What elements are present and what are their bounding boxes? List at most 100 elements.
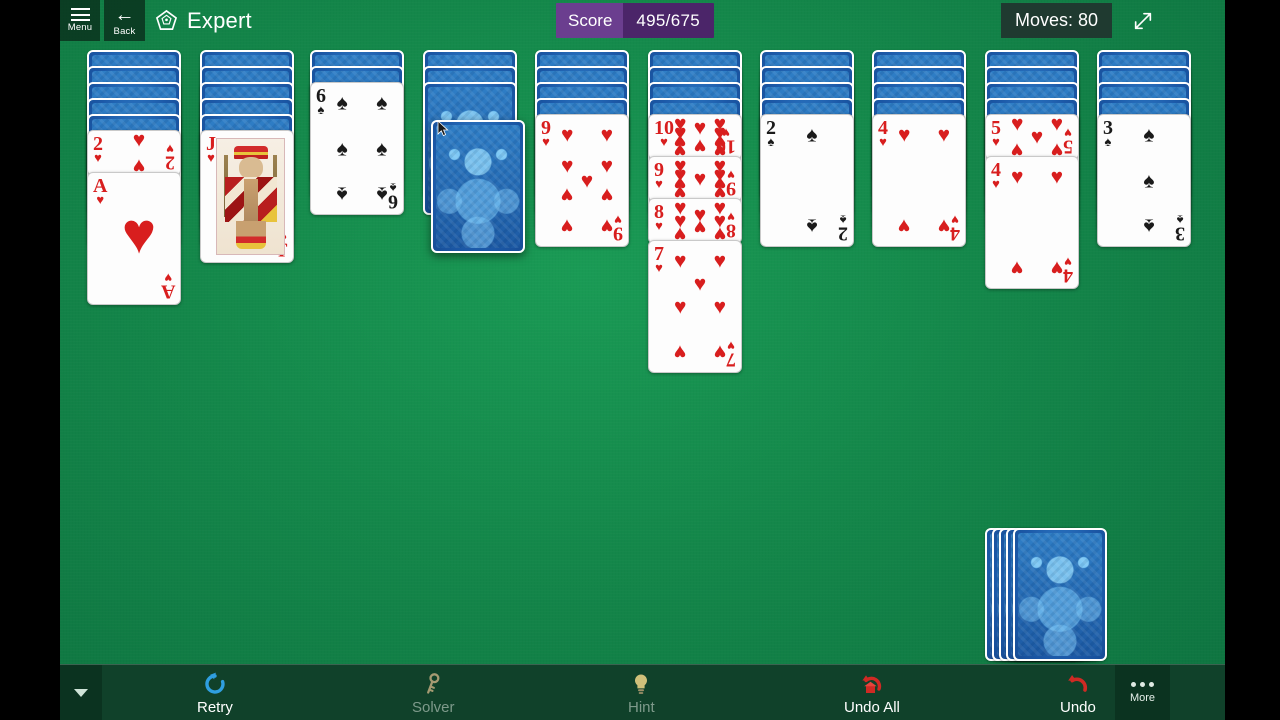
- card-pip: ♥: [1050, 165, 1064, 189]
- back-button-label: Back: [113, 25, 136, 37]
- arrow-left-icon: ←: [114, 3, 135, 26]
- retry-icon: [205, 672, 225, 694]
- card-suit-spades-icon: ♠: [1104, 134, 1112, 150]
- card-pip-layout: ♥ ♥ ♥ ♥: [891, 120, 957, 241]
- card-face-up[interactable]: 4 ♥ 4 ♥ ♥ ♥ ♥ ♥: [872, 114, 966, 247]
- card-pip: ♥: [600, 154, 614, 178]
- card-pip-layout: ♥ ♥ ♥ ♥ ♥ ♥ ♥ ♥ ♥ ♥: [667, 115, 733, 159]
- card-corner-tl: 3 ♠: [1103, 118, 1113, 150]
- score-display: Score 495/675: [556, 3, 714, 38]
- card-suit-hearts-icon: ♥: [655, 260, 663, 276]
- card-face-up[interactable]: 9 ♥ 9 ♥ ♥ ♥ ♥ ♥ ♥ ♥ ♥ ♥ ♥: [648, 156, 742, 202]
- card-corner-tl: 4 ♥: [878, 118, 888, 150]
- card-corner-tl: 8 ♥: [654, 202, 664, 234]
- card-pip-layout: ♠ ♠: [779, 120, 845, 241]
- card-corner-tl: 7 ♥: [654, 244, 664, 276]
- card-pip: ♠: [806, 214, 818, 238]
- page-title: Expert: [187, 7, 252, 33]
- top-bar: Menu ← Back Expert Score 495/675 Moves: …: [60, 0, 1225, 41]
- hamburger-menu-icon: [70, 8, 90, 22]
- card-pip-layout: ♠ ♠ ♠ ♠ ♠ ♠: [329, 88, 395, 209]
- undo-icon: [1068, 675, 1088, 692]
- card-face-up[interactable]: 2 ♠ 2 ♠ ♠ ♠: [760, 114, 854, 247]
- card-face-up[interactable]: 7 ♥ 7 ♥ ♥ ♥ ♥ ♥ ♥ ♥ ♥: [648, 240, 742, 373]
- card-suit-hearts-icon: ♥: [879, 134, 887, 150]
- card-pip: ♥: [1010, 114, 1024, 136]
- card-pip: ♥: [560, 183, 574, 207]
- back-button[interactable]: ← Back: [104, 0, 145, 41]
- card-face-up[interactable]: 5 ♥ 5 ♥ ♥ ♥ ♥ ♥ ♥: [985, 114, 1079, 160]
- card-pip: ♥: [693, 272, 707, 295]
- solver-button-label: Solver: [412, 699, 455, 716]
- card-pip: ♥: [713, 249, 727, 273]
- card-pip: ♠: [1143, 214, 1155, 238]
- card-suit-hearts-icon: ♥: [992, 176, 1000, 192]
- card-pip-layout: ♠ ♠ ♠: [1116, 120, 1182, 241]
- card-pip: ♥: [121, 200, 157, 266]
- crown-icon: [155, 9, 178, 30]
- card-pip: ♥: [580, 169, 594, 192]
- solver-button: Solver: [412, 665, 455, 720]
- card-pip: ♥: [693, 134, 707, 158]
- card-suit-hearts-icon: ♥: [207, 150, 215, 166]
- menu-button[interactable]: Menu: [60, 0, 100, 41]
- card-pip: ♥: [1010, 256, 1024, 280]
- card-corner-tl: 2 ♠: [766, 118, 776, 149]
- card-pip: ♥: [897, 123, 911, 147]
- card-pip: ♥: [1050, 114, 1064, 136]
- undo-button-label: Undo: [1060, 699, 1096, 716]
- card-face-up[interactable]: 9 ♥ 9 ♥ ♥ ♥ ♥ ♥ ♥ ♥ ♥ ♥ ♥: [535, 114, 629, 247]
- card-face-up[interactable]: 2 ♥ 2 ♥ ♥ ♥: [87, 130, 181, 176]
- more-button[interactable]: More: [1115, 665, 1170, 720]
- moves-counter: Moves: 80: [1000, 3, 1112, 38]
- undo-all-icon: [862, 675, 882, 693]
- card-pip: ♥: [693, 215, 707, 239]
- retry-icon-wrap: [203, 671, 227, 697]
- card-pip: ♠: [376, 137, 388, 160]
- card-pip-layout: ♥ ♥: [106, 131, 172, 175]
- card-corner-tl: 6 ♠: [316, 86, 326, 118]
- card-pip: ♥: [673, 340, 687, 364]
- fullscreen-button[interactable]: [1128, 6, 1158, 36]
- card-pip: ♥: [693, 167, 707, 191]
- card-pip: ♥: [600, 123, 614, 147]
- more-button-label: More: [1129, 692, 1156, 704]
- card-corner-tl: 2 ♥: [93, 134, 103, 166]
- card-pip-layout: ♥ ♥ ♥ ♥ ♥ ♥ ♥ ♥ ♥: [667, 157, 733, 201]
- card-face-up[interactable]: 4 ♥ 4 ♥ ♥ ♥ ♥ ♥: [985, 156, 1079, 289]
- card-pip: ♥: [560, 214, 574, 238]
- card-pip-layout: ♥ ♥ ♥ ♥ ♥ ♥ ♥ ♥: [667, 199, 733, 243]
- card-pip: ♥: [560, 154, 574, 178]
- lightbulb-icon-wrap: [629, 671, 653, 697]
- card-pip: ♠: [1143, 123, 1155, 147]
- card-pip-layout: ♥ ♥ ♥ ♥: [1004, 162, 1070, 283]
- undo-all-button[interactable]: Undo All: [844, 665, 900, 720]
- card-suit-hearts-icon: ♥: [94, 150, 102, 166]
- card-pip: ♥: [673, 295, 687, 318]
- undo-button[interactable]: Undo: [1060, 665, 1096, 720]
- card-suit-hearts-icon: ♥: [96, 192, 105, 208]
- stock-pile[interactable]: [985, 523, 1110, 666]
- card-suit-spades-icon: ♠: [317, 102, 325, 118]
- card-pip: ♥: [1010, 165, 1024, 189]
- card-pip: ♥: [937, 214, 951, 238]
- key-icon: [427, 673, 440, 694]
- card-face-up[interactable]: 6 ♠ 6 ♠ ♠ ♠ ♠ ♠ ♠ ♠: [310, 82, 404, 215]
- card-pip: ♠: [376, 182, 388, 206]
- card-face-up[interactable]: A ♥ A ♥ ♥: [87, 172, 181, 305]
- game-board[interactable]: Menu ← Back Expert Score 495/675 Moves: …: [60, 0, 1225, 720]
- stock-card-back[interactable]: [1013, 528, 1107, 661]
- card-face-up[interactable]: 10 ♥ 10 ♥ ♥ ♥ ♥ ♥ ♥ ♥ ♥ ♥ ♥ ♥: [648, 114, 742, 160]
- card-face-up[interactable]: J♥J♥: [200, 130, 294, 263]
- card-face-up[interactable]: 8 ♥ 8 ♥ ♥ ♥ ♥ ♥ ♥ ♥ ♥ ♥: [648, 198, 742, 244]
- card-face-up[interactable]: 3 ♠ 3 ♠ ♠ ♠ ♠: [1097, 114, 1191, 247]
- card-suit-hearts-icon: ♥: [655, 176, 663, 192]
- retry-button[interactable]: Retry: [197, 665, 233, 720]
- card-pip: ♠: [376, 91, 388, 115]
- collapse-toolbar-button[interactable]: [60, 665, 102, 720]
- card-corner-tl: J ♥: [206, 134, 216, 166]
- card-pip-layout: ♥ ♥ ♥ ♥ ♥ ♥ ♥ ♥ ♥: [554, 120, 620, 241]
- card-pip: ♥: [897, 214, 911, 238]
- card-face-down-selected[interactable]: [431, 120, 525, 253]
- card-suit-hearts-icon: ♥: [655, 218, 663, 234]
